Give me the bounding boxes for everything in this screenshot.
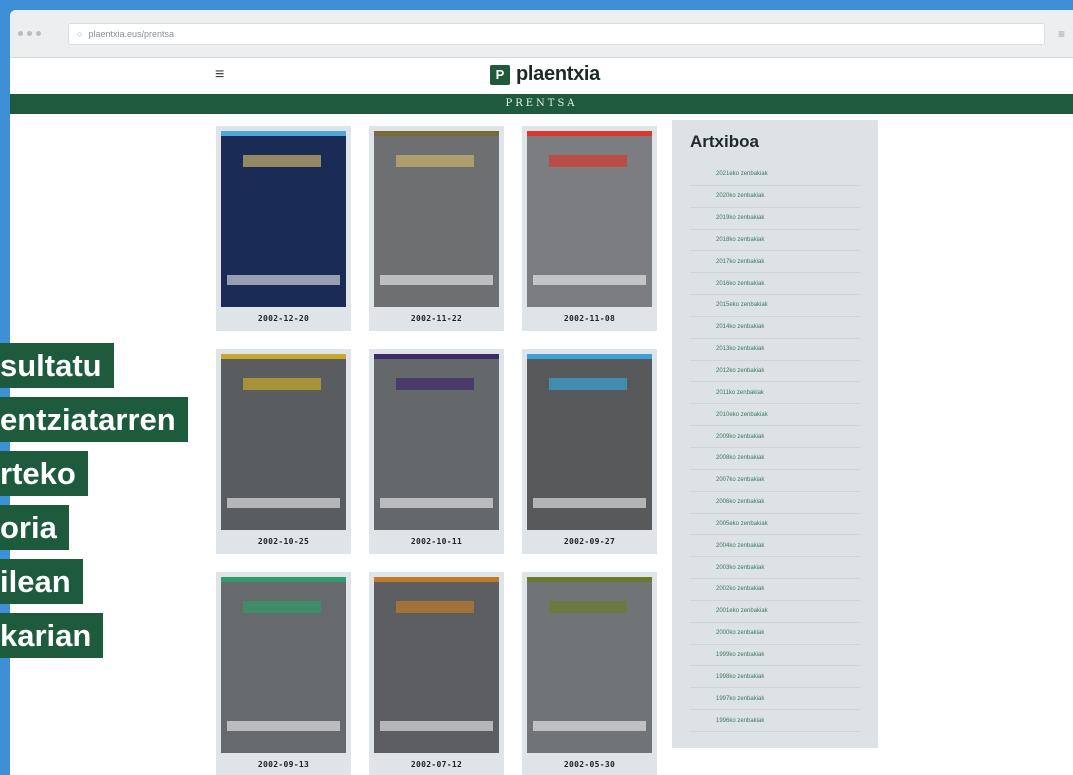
issue-date[interactable]: 2002-11-22: [374, 314, 499, 323]
archive-year-link[interactable]: 2014ko zenbakiak: [690, 317, 860, 339]
archive-title: Artxiboa: [690, 132, 759, 151]
url-text: plaentxia.eus/prentsa: [88, 28, 174, 39]
archive-year-link[interactable]: 2007ko zenbakiak: [690, 470, 860, 492]
issue-cover-image[interactable]: [221, 131, 346, 307]
issue-date[interactable]: 2002-09-13: [221, 760, 346, 769]
cover-masthead-logo: [396, 601, 474, 613]
headline-line: entziatarren: [0, 397, 188, 442]
archive-year-link[interactable]: 2001eko zenbakiak: [690, 601, 860, 623]
archive-year-link[interactable]: 2003ko zenbakiak: [690, 557, 860, 580]
issue-card[interactable]: 2002-10-25: [216, 349, 351, 554]
site-header: ≡ P plaentxia: [10, 58, 1073, 94]
issue-date[interactable]: 2002-07-12: [374, 760, 499, 769]
archive-year-link[interactable]: 2019ko zenbakiak: [690, 208, 860, 230]
cover-masthead-logo: [549, 601, 627, 613]
archive-year-link[interactable]: 2020ko zenbakiak: [690, 186, 860, 208]
archive-year-link[interactable]: 2016ko zenbakiak: [690, 273, 860, 296]
window-controls[interactable]: [18, 31, 68, 36]
archive-year-link[interactable]: 2005eko zenbakiak: [690, 514, 860, 536]
archive-year-link[interactable]: 2004ko zenbakiak: [690, 535, 860, 558]
archive-year-link[interactable]: 1999ko zenbakiak: [690, 645, 860, 667]
issue-grid: 2002-12-20 2002-11-22 2002-11-08 2002-10-25…: [216, 126, 657, 775]
issue-date[interactable]: 2002-12-20: [221, 314, 346, 323]
archive-year-link[interactable]: 2006ko zenbakiak: [690, 492, 860, 514]
logo-mark: P: [490, 64, 510, 85]
archive-year-link[interactable]: 2010eko zenbakiak: [690, 404, 860, 427]
issue-cover-image[interactable]: [527, 354, 652, 530]
issue-cover-image[interactable]: [527, 131, 652, 307]
issue-cover-image[interactable]: [221, 354, 346, 530]
issue-cover-image[interactable]: [221, 577, 346, 753]
issue-card[interactable]: 2002-12-20: [216, 126, 351, 331]
archive-year-link[interactable]: 2018ko zenbakiak: [690, 230, 860, 252]
issue-cover-image[interactable]: [527, 577, 652, 753]
cover-masthead-logo: [396, 378, 474, 390]
issue-cover-image[interactable]: [374, 577, 499, 753]
headline-line: sultatu: [0, 343, 114, 388]
issue-date[interactable]: 2002-10-25: [221, 537, 346, 546]
archive-list: 2021eko zenbakiak 2020ko zenbakiak 2019ko …: [690, 164, 860, 732]
issue-card[interactable]: 2002-09-13: [216, 572, 351, 775]
issue-date[interactable]: 2002-10-11: [374, 537, 499, 546]
browser-menu-icon[interactable]: ≡: [1045, 27, 1065, 41]
headline-line: rteko: [0, 451, 88, 496]
archive-year-link[interactable]: 1996ko zenbakiak: [690, 710, 860, 732]
site-logo[interactable]: P plaentxia: [490, 63, 600, 86]
cover-masthead-logo: [243, 601, 321, 613]
archive-year-link[interactable]: 2009ko zenbakiak: [690, 426, 860, 448]
archive-year-link[interactable]: 2015eko zenbakiak: [690, 295, 860, 317]
issue-card[interactable]: 2002-09-27: [522, 349, 657, 554]
issue-card[interactable]: 2002-11-08: [522, 126, 657, 331]
archive-year-link[interactable]: 2000ko zenbakiak: [690, 623, 860, 645]
section-title: PRENTSA: [10, 94, 1073, 114]
issue-card[interactable]: 2002-07-12: [369, 572, 504, 775]
hamburger-icon[interactable]: ≡: [215, 66, 224, 84]
archive-year-link[interactable]: 1998ko zenbakiak: [690, 666, 860, 689]
archive-year-link[interactable]: 2002ko zenbakiak: [690, 579, 860, 601]
issue-cover-image[interactable]: [374, 354, 499, 530]
issue-date[interactable]: 2002-11-08: [527, 314, 652, 323]
cover-masthead-logo: [396, 155, 474, 167]
cover-masthead-logo: [549, 155, 627, 167]
issue-card[interactable]: 2002-05-30: [522, 572, 657, 775]
archive-year-link[interactable]: 2013ko zenbakiak: [690, 339, 860, 361]
archive-year-link[interactable]: 2012ko zenbakiak: [690, 361, 860, 383]
browser-window: ○ plaentxia.eus/prentsa ≡ ≡ P plaentxia …: [10, 10, 1073, 775]
archive-year-link[interactable]: 2011ko zenbakiak: [690, 382, 860, 405]
address-bar[interactable]: ○ plaentxia.eus/prentsa: [68, 22, 1045, 45]
headline-line: ilean: [0, 559, 83, 604]
archive-year-link[interactable]: 1997ko zenbakiak: [690, 688, 860, 711]
cover-masthead-logo: [243, 155, 321, 167]
cover-masthead-logo: [243, 378, 321, 390]
archive-sidebar: Artxiboa 2021eko zenbakiak 2020ko zenbaki…: [672, 120, 878, 748]
logo-text: plaentxia: [516, 63, 600, 85]
archive-year-link[interactable]: 2008ko zenbakiak: [690, 448, 860, 470]
browser-toolbar: ○ plaentxia.eus/prentsa ≡: [10, 10, 1073, 58]
issue-date[interactable]: 2002-09-27: [527, 537, 652, 546]
issue-date[interactable]: 2002-05-30: [527, 760, 652, 769]
refresh-icon[interactable]: ○: [77, 29, 82, 39]
cover-masthead-logo: [549, 378, 627, 390]
headline-line: karian: [0, 613, 104, 658]
issue-card[interactable]: 2002-11-22: [369, 126, 504, 331]
archive-year-link[interactable]: 2021eko zenbakiak: [690, 164, 860, 186]
issue-cover-image[interactable]: [374, 131, 499, 307]
issue-card[interactable]: 2002-10-11: [369, 349, 504, 554]
main-content: 2002-12-20 2002-11-22 2002-11-08 2002-10-25…: [10, 114, 1073, 775]
headline-line: oria: [0, 505, 69, 550]
archive-year-link[interactable]: 2017ko zenbakiak: [690, 251, 860, 274]
